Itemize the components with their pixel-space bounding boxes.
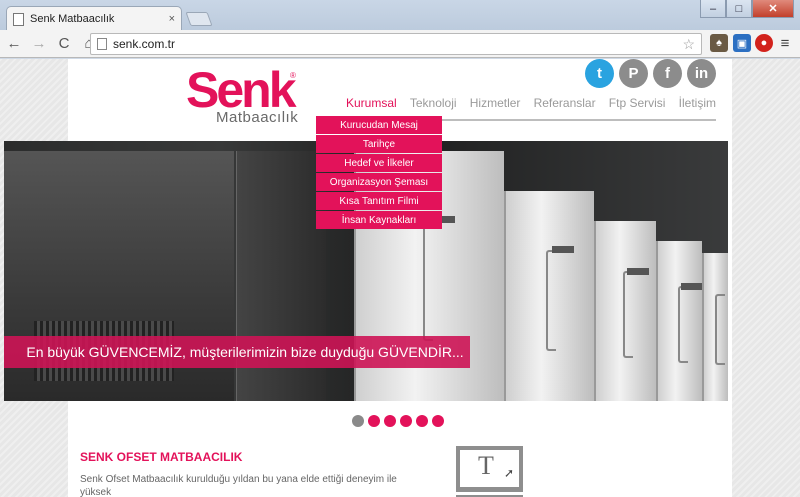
dropdown-item-kisa-tanitim-filmi[interactable]: Kısa Tanıtım Filmi (316, 192, 442, 210)
hero-banner-text: En büyük GÜVENCEMİZ, müşterilerimizin bi… (4, 336, 470, 368)
slider-pagination (352, 415, 444, 427)
pinterest-icon[interactable]: P (619, 59, 648, 88)
maximize-button[interactable]: □ (726, 0, 752, 18)
forward-button[interactable]: → (28, 33, 50, 55)
hero-machine-unit (504, 191, 594, 401)
logo-registered-mark: ® (290, 71, 296, 80)
browser-tab[interactable]: Senk Matbaacılık × (6, 6, 182, 31)
site-logo[interactable]: Senk ® Matbaacılık (186, 65, 298, 129)
extension-hat-icon[interactable]: ♠ (710, 34, 728, 52)
facebook-icon[interactable]: f (653, 59, 682, 88)
extension-record-icon[interactable]: ● (755, 34, 773, 52)
chrome-menu-button[interactable]: ≡ (776, 34, 794, 52)
page-viewport: Senk ® Matbaacılık t P f in Kurumsal Tek… (0, 59, 800, 497)
section-text: Senk Ofset Matbaacılık kurulduğu yıldan … (80, 474, 397, 497)
slider-dot[interactable] (352, 415, 364, 427)
nav-item-kurumsal[interactable]: Kurumsal (346, 96, 397, 110)
nav-item-ftp-servisi[interactable]: Ftp Servisi (609, 96, 666, 110)
window-controls: – □ ✕ (700, 0, 794, 18)
slider-dot[interactable] (368, 415, 380, 427)
cursor-icon: ➚ (504, 466, 515, 480)
logo-subtitle: Matbaacılık (216, 109, 299, 126)
slider-dot[interactable] (384, 415, 396, 427)
kurumsal-dropdown-menu: Kurucudan Mesaj Tarihçe Hedef ve İlkeler… (316, 116, 442, 230)
nav-item-hizmetler[interactable]: Hizmetler (470, 96, 521, 110)
nav-item-referanslar[interactable]: Referanslar (534, 96, 596, 110)
browser-toolbar: ← → C ⌂ senk.com.tr ☆ ♠ ▣ ● ≡ (0, 30, 800, 58)
minimize-button[interactable]: – (700, 0, 726, 18)
dropdown-item-insan-kaynaklari[interactable]: İnsan Kaynakları (316, 211, 442, 229)
extension-window-icon[interactable]: ▣ (733, 34, 751, 52)
dropdown-item-tarihce[interactable]: Tarihçe (316, 135, 442, 153)
logo-wordmark: Senk (186, 62, 297, 118)
main-navigation: Kurumsal Teknoloji Hizmetler Referanslar… (346, 96, 716, 110)
star-icon[interactable]: ☆ (682, 36, 695, 53)
close-window-button[interactable]: ✕ (752, 0, 794, 18)
linkedin-icon[interactable]: in (687, 59, 716, 88)
slider-dot[interactable] (432, 415, 444, 427)
reload-button[interactable]: C (53, 33, 75, 55)
page-icon (97, 38, 107, 50)
hero-machine-unit (702, 253, 728, 401)
url-text: senk.com.tr (113, 37, 176, 51)
slider-dot[interactable] (400, 415, 412, 427)
tab-title: Senk Matbaacılık (30, 13, 115, 25)
hero-machine-unit (594, 221, 656, 401)
dropdown-item-organizasyon-semasi[interactable]: Organizasyon Şeması (316, 173, 442, 191)
nav-item-teknoloji[interactable]: Teknoloji (410, 96, 457, 110)
new-tab-button[interactable] (185, 12, 213, 26)
monitor-text-icon: T ➚ (456, 446, 523, 497)
slider-dot[interactable] (416, 415, 428, 427)
hero-machine-unit (656, 241, 703, 401)
page-favicon-icon (13, 12, 24, 26)
window-titlebar: Senk Matbaacılık × – □ ✕ (0, 0, 800, 31)
section-title: SENK OFSET MATBAACILIK (80, 450, 243, 464)
twitter-icon[interactable]: t (585, 59, 614, 88)
tab-close-button[interactable]: × (169, 13, 175, 25)
nav-item-iletisim[interactable]: İletişim (679, 96, 716, 110)
back-button[interactable]: ← (3, 33, 25, 55)
dropdown-item-hedef-ve-ilkeler[interactable]: Hedef ve İlkeler (316, 154, 442, 172)
dropdown-item-kurucudan-mesaj[interactable]: Kurucudan Mesaj (316, 116, 442, 134)
address-bar[interactable]: senk.com.tr ☆ (90, 33, 702, 55)
